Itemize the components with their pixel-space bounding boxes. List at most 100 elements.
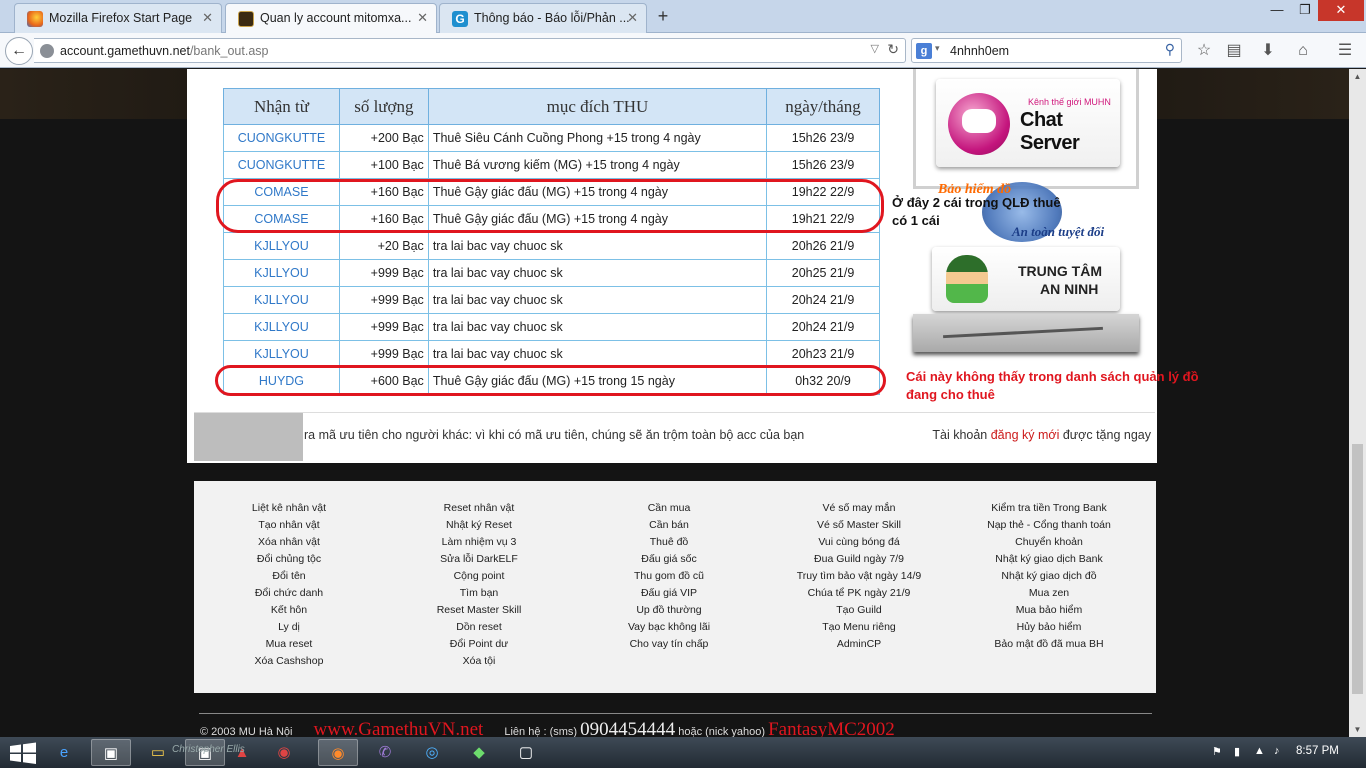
footer-menu-link[interactable]: Xóa nhân vật bbox=[194, 534, 384, 551]
chat-server-button[interactable]: Kênh thế giới MUHN Chat Server bbox=[936, 79, 1120, 167]
sender-link[interactable]: KJLLYOU bbox=[223, 232, 340, 260]
footer-menu-link[interactable]: Cho vay tín chấp bbox=[574, 636, 764, 653]
engine-dropdown-icon[interactable]: ▾ bbox=[935, 43, 940, 54]
footer-menu-link[interactable]: Vay bạc không lãi bbox=[574, 619, 764, 636]
footer-menu-link[interactable]: Vé số may mắn bbox=[764, 500, 954, 517]
footer-menu-link[interactable]: Nạp thẻ - Cổng thanh toán bbox=[954, 517, 1144, 534]
footer-menu-link[interactable]: Làm nhiệm vụ 3 bbox=[384, 534, 574, 551]
footer-menu-link[interactable]: Đổi Point dư bbox=[384, 636, 574, 653]
app-green-icon[interactable]: ◆ bbox=[459, 739, 499, 766]
sender-link[interactable]: KJLLYOU bbox=[223, 286, 340, 314]
taskbar-clock[interactable]: 8:57 PM bbox=[1296, 745, 1339, 757]
footer-menu-link[interactable]: Thuê đồ bbox=[574, 534, 764, 551]
footer-menu-link[interactable]: Cần bán bbox=[574, 517, 764, 534]
footer-menu-link[interactable]: Tạo nhân vật bbox=[194, 517, 384, 534]
register-link[interactable]: đăng ký mới bbox=[991, 428, 1060, 442]
app-blue-icon[interactable]: ◎ bbox=[412, 739, 452, 766]
footer-menu-link[interactable]: Tìm bạn bbox=[384, 585, 574, 602]
tray-battery-icon[interactable]: ▮ bbox=[1234, 745, 1240, 758]
sender-link[interactable]: CUONGKUTTE bbox=[223, 124, 340, 152]
footer-menu-link[interactable]: Chuyển khoản bbox=[954, 534, 1144, 551]
footer-menu-link[interactable]: Đổi chức danh bbox=[194, 585, 384, 602]
reading-list-icon[interactable]: ▤ bbox=[1223, 40, 1245, 62]
footer-menu-link[interactable]: Đổi chủng tộc bbox=[194, 551, 384, 568]
tray-network-icon[interactable]: ▲ bbox=[1254, 745, 1265, 757]
footer-menu-link[interactable]: Đua Guild ngày 7/9 bbox=[764, 551, 954, 568]
scroll-down-icon[interactable]: ▼ bbox=[1349, 722, 1366, 737]
tab-close-icon[interactable]: ✕ bbox=[202, 4, 213, 32]
tab-close-icon[interactable]: ✕ bbox=[627, 4, 638, 32]
page-scrollbar[interactable]: ▲ ▼ bbox=[1349, 69, 1366, 737]
footer-menu-link[interactable]: Sửa lỗi DarkELF bbox=[384, 551, 574, 568]
download-icon[interactable]: ⬇ bbox=[1257, 40, 1279, 62]
search-input[interactable]: 4nhnh0em bbox=[950, 44, 1009, 58]
footer-menu-link[interactable]: Mua reset bbox=[194, 636, 384, 653]
ie-icon[interactable]: e bbox=[44, 739, 84, 766]
site-link[interactable]: www.GamethuVN.net bbox=[314, 719, 484, 737]
footer-menu-link[interactable]: Mua bảo hiểm bbox=[954, 602, 1144, 619]
footer-menu-link[interactable]: Thu gom đồ cũ bbox=[574, 568, 764, 585]
close-window-icon[interactable]: ✕ bbox=[1318, 0, 1364, 21]
footer-menu-link[interactable]: Dồn reset bbox=[384, 619, 574, 636]
windows-start-icon[interactable] bbox=[6, 741, 40, 765]
sender-link[interactable]: KJLLYOU bbox=[223, 313, 340, 341]
menu-icon[interactable]: ☰ bbox=[1334, 40, 1356, 62]
footer-menu-link[interactable]: Tạo Menu riêng bbox=[764, 619, 954, 636]
tab-close-icon[interactable]: ✕ bbox=[417, 4, 428, 32]
footer-menu-link[interactable]: Nhật ký giao dịch đồ bbox=[954, 568, 1144, 585]
tray-volume-icon[interactable]: ♪ bbox=[1274, 745, 1280, 757]
app-red-icon[interactable]: ◉ bbox=[264, 739, 304, 766]
firefox-taskbar-icon[interactable]: ◉ bbox=[318, 739, 358, 766]
maximize-icon[interactable]: ❐ bbox=[1292, 0, 1318, 21]
footer-menu-link[interactable]: Vui cùng bóng đá bbox=[764, 534, 954, 551]
footer-menu-link[interactable]: Reset nhân vật bbox=[384, 500, 574, 517]
search-bar[interactable]: g ▾ 4nhnh0em ⚲ bbox=[911, 38, 1182, 63]
footer-menu-link[interactable]: Bảo mật đồ đã mua BH bbox=[954, 636, 1144, 653]
home-icon[interactable]: ⌂ bbox=[1292, 40, 1314, 62]
footer-menu-link[interactable]: Xóa tội bbox=[384, 653, 574, 670]
footer-menu-link[interactable]: Đổi tên bbox=[194, 568, 384, 585]
footer-menu-link[interactable]: Cần mua bbox=[574, 500, 764, 517]
sender-link[interactable]: KJLLYOU bbox=[223, 259, 340, 287]
footer-menu-link[interactable]: Liệt kê nhân vật bbox=[194, 500, 384, 517]
tab-firefox-start[interactable]: Mozilla Firefox Start Page ✕ bbox=[14, 3, 222, 33]
footer-menu-link[interactable]: Đấu giá sốc bbox=[574, 551, 764, 568]
footer-menu-link[interactable]: Truy tìm bảo vật ngày 14/9 bbox=[764, 568, 954, 585]
footer-menu-link[interactable]: Nhật ký giao dịch Bank bbox=[954, 551, 1144, 568]
viber-icon[interactable]: ✆ bbox=[365, 739, 405, 766]
footer-menu-link[interactable]: Đấu giá VIP bbox=[574, 585, 764, 602]
footer-menu-link[interactable]: Hủy bảo hiểm bbox=[954, 619, 1144, 636]
search-icon[interactable]: ⚲ bbox=[1165, 41, 1175, 58]
security-center-button[interactable]: TRUNG TÂM AN NINH bbox=[932, 247, 1120, 311]
new-tab-button[interactable]: + bbox=[651, 5, 675, 29]
footer-menu-link[interactable]: Up đồ thường bbox=[574, 602, 764, 619]
google-icon[interactable]: g bbox=[916, 43, 932, 59]
sender-link[interactable]: KJLLYOU bbox=[223, 340, 340, 368]
footer-menu-link[interactable]: Reset Master Skill bbox=[384, 602, 574, 619]
tab-account-manager[interactable]: Quan ly account mitomxa... ✕ bbox=[225, 3, 437, 34]
scroll-thumb[interactable] bbox=[1352, 444, 1363, 694]
scroll-up-icon[interactable]: ▲ bbox=[1349, 69, 1366, 84]
app-window-icon[interactable]: ▢ bbox=[506, 739, 546, 766]
footer-menu-link[interactable]: Cộng point bbox=[384, 568, 574, 585]
footer-menu-link[interactable]: Nhật ký Reset bbox=[384, 517, 574, 534]
footer-menu-link[interactable]: Kết hôn bbox=[194, 602, 384, 619]
sword-banner[interactable] bbox=[913, 314, 1139, 352]
footer-menu-link[interactable]: Mua zen bbox=[954, 585, 1144, 602]
footer-menu-link[interactable]: Ly dị bbox=[194, 619, 384, 636]
sender-link[interactable]: CUONGKUTTE bbox=[223, 151, 340, 179]
footer-menu-link[interactable]: AdminCP bbox=[764, 636, 954, 653]
footer-menu-link[interactable]: Chúa tể PK ngày 21/9 bbox=[764, 585, 954, 602]
url-bar[interactable]: account.gamethuvn.net/bank_out.asp ▽ ↻ bbox=[34, 38, 906, 63]
footer-menu-link[interactable]: Tạo Guild bbox=[764, 602, 954, 619]
reload-icon[interactable]: ↻ bbox=[887, 41, 899, 58]
footer-menu-link[interactable]: Vé số Master Skill bbox=[764, 517, 954, 534]
footer-menu-link[interactable]: Kiểm tra tiền Trong Bank bbox=[954, 500, 1144, 517]
tray-flag-icon[interactable]: ⚑ bbox=[1212, 745, 1222, 758]
bookmark-star-icon[interactable]: ☆ bbox=[1193, 40, 1215, 62]
game-app-icon[interactable]: ▣ bbox=[91, 739, 131, 766]
footer-menu-link[interactable]: Xóa Cashshop bbox=[194, 653, 384, 670]
minimize-icon[interactable]: — bbox=[1262, 0, 1292, 21]
back-button[interactable]: ← bbox=[5, 37, 33, 65]
url-dropdown-icon[interactable]: ▽ bbox=[871, 42, 879, 55]
